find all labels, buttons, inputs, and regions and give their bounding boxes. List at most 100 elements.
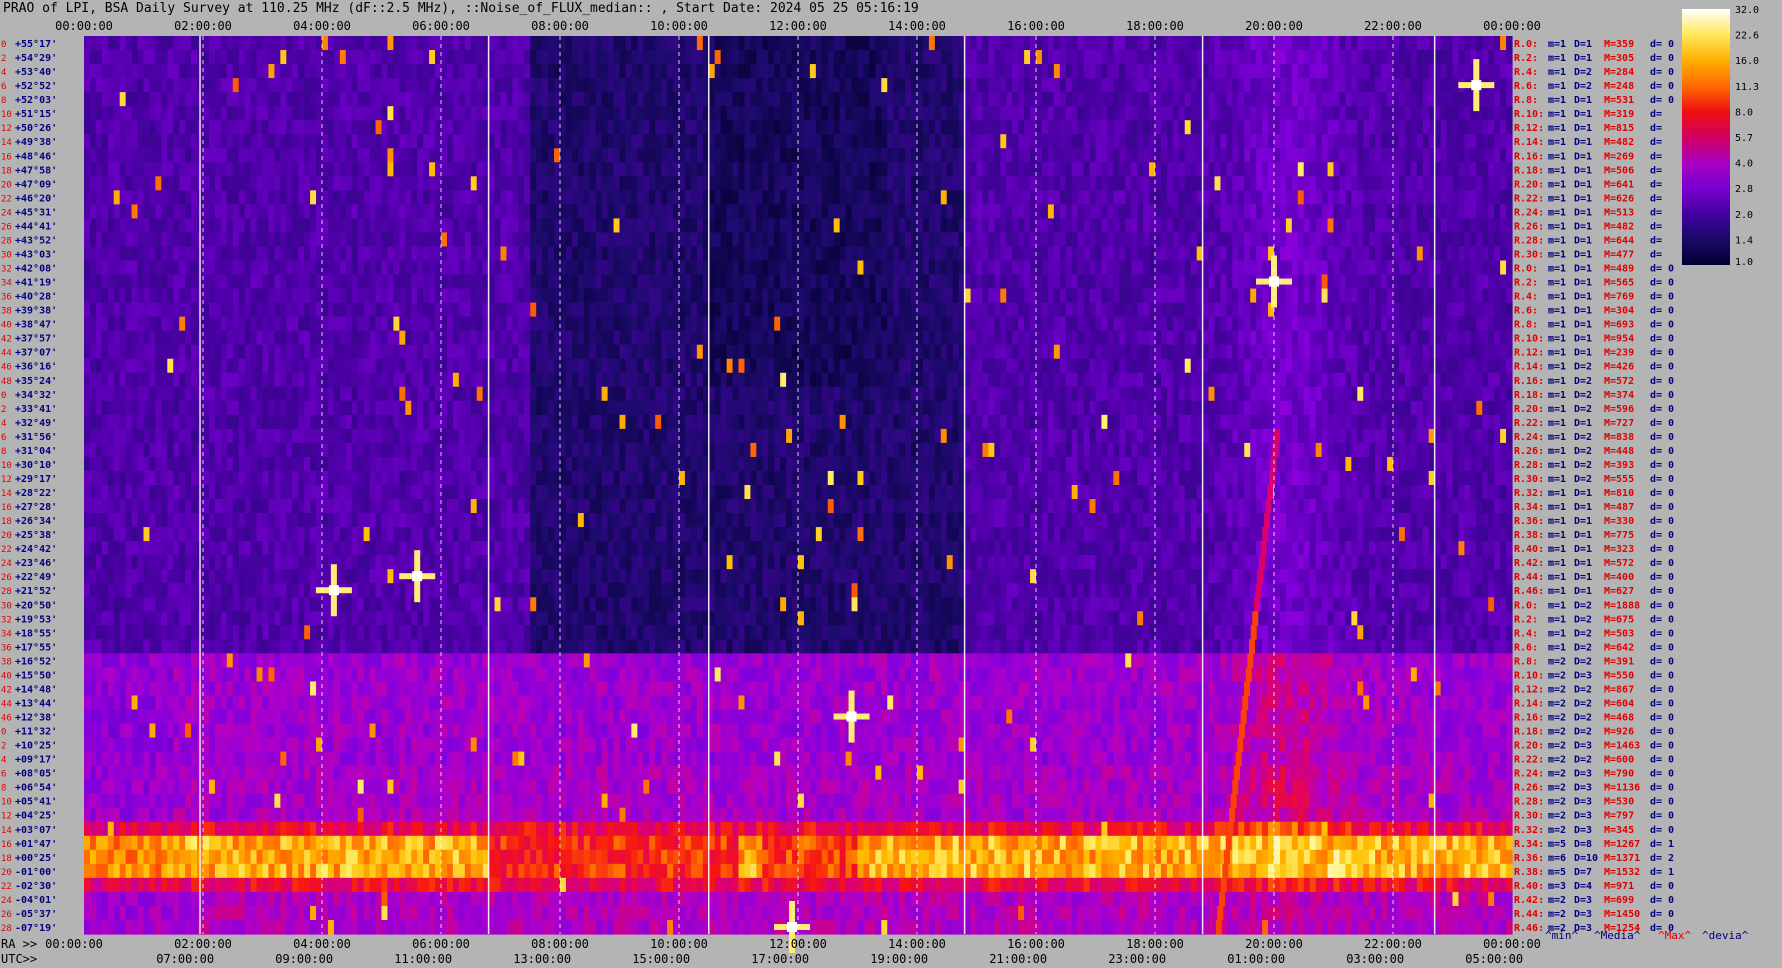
dec-label: +37°57' — [15, 334, 57, 345]
stat-r: R.10: — [1514, 334, 1544, 345]
top-tick-label: 10:00:00 — [650, 19, 708, 33]
ra-tick-label: 02:00:00 — [174, 937, 232, 951]
beam-index-label: 6 — [1, 82, 6, 92]
utc-tick-label: 15:00:00 — [632, 952, 690, 966]
stat-max: M=323 — [1604, 544, 1634, 555]
stat-d: D=2 — [1574, 727, 1592, 738]
dec-label: +01°47' — [15, 839, 57, 850]
source-core — [328, 585, 339, 596]
stat-max: M=400 — [1604, 572, 1634, 583]
dec-label: +53°40' — [15, 67, 57, 78]
stat-r: R.30: — [1514, 811, 1544, 822]
stat-m: m=2 — [1548, 895, 1566, 906]
dec-label: +42°08' — [15, 264, 57, 275]
dec-label: +11°32' — [15, 727, 57, 738]
dec-label: +17°55' — [15, 642, 57, 653]
colorbar-tick: 5.7 — [1735, 133, 1753, 144]
stat-m: m=1 — [1548, 586, 1566, 597]
dec-label: -01°00' — [15, 867, 57, 878]
dec-label: +44°41' — [15, 221, 57, 232]
stat-dev: d= 0 — [1650, 376, 1674, 387]
stats-footer-label: ^Media^ — [1594, 929, 1641, 942]
stat-r: R.8: — [1514, 320, 1538, 331]
stat-max: M=489 — [1604, 264, 1634, 275]
stat-max: M=248 — [1604, 81, 1634, 92]
stat-d: D=3 — [1574, 895, 1592, 906]
stat-r: R.10: — [1514, 109, 1544, 120]
stat-r: R.18: — [1514, 390, 1544, 401]
ra-tick-label: 16:00:00 — [1007, 937, 1065, 951]
stat-r: R.38: — [1514, 867, 1544, 878]
stat-r: R.2: — [1514, 53, 1538, 64]
dec-label: +36°16' — [15, 362, 57, 373]
stat-m: m=1 — [1548, 544, 1566, 555]
stat-max: M=239 — [1604, 348, 1634, 359]
stat-dev: d= 0 — [1650, 909, 1674, 920]
stat-max: M=468 — [1604, 713, 1634, 724]
stat-dev: d= 0 — [1650, 404, 1674, 415]
stat-max: M=284 — [1604, 67, 1634, 78]
stat-d: D=1 — [1574, 179, 1592, 190]
stat-d: D=3 — [1574, 783, 1592, 794]
stat-r: R.30: — [1514, 474, 1544, 485]
beam-index-label: 0 — [1, 391, 6, 401]
stat-max: M=319 — [1604, 109, 1634, 120]
dec-label: +52°52' — [15, 81, 57, 92]
stat-m: m=1 — [1548, 558, 1566, 569]
stat-max: M=345 — [1604, 825, 1634, 836]
stat-r: R.22: — [1514, 418, 1544, 429]
stat-dev: d= — [1650, 165, 1662, 176]
stat-max: M=810 — [1604, 488, 1634, 499]
stat-dev: d= 1 — [1650, 867, 1674, 878]
utc-tick-label: 01:00:00 — [1227, 952, 1285, 966]
colorbar: 32.0 22.6 16.0 11.3 8.0 5.7 4.0 2.8 2.0 1.4 1.0 — [1682, 5, 1759, 268]
stat-d: D=2 — [1574, 460, 1592, 471]
stat-max: M=513 — [1604, 207, 1634, 218]
stat-max: M=604 — [1604, 698, 1634, 709]
beam-index-label: 46 — [1, 363, 12, 373]
stat-r: R.26: — [1514, 783, 1544, 794]
top-tick-label: 00:00:00 — [1483, 19, 1541, 33]
top-tick-label: 18:00:00 — [1126, 19, 1184, 33]
dec-label: +29°17' — [15, 474, 57, 485]
stat-r: R.12: — [1514, 684, 1544, 695]
beam-index-label: 6 — [1, 770, 6, 780]
stat-max: M=596 — [1604, 404, 1634, 415]
stat-dev: d= 0 — [1650, 572, 1674, 583]
stat-m: m=1 — [1548, 95, 1566, 106]
stat-max: M=644 — [1604, 235, 1634, 246]
dec-label: +27°28' — [15, 502, 57, 513]
dec-label: +10°25' — [15, 741, 57, 752]
stat-m: m=6 — [1548, 853, 1566, 864]
dec-label: -07°19' — [15, 923, 57, 934]
beam-index-label: 8 — [1, 447, 6, 457]
beam-index-label: 12 — [1, 475, 12, 485]
stat-dev: d= 0 — [1650, 502, 1674, 513]
stat-d: D=1 — [1574, 418, 1592, 429]
stat-max: M=600 — [1604, 755, 1634, 766]
stat-r: R.40: — [1514, 881, 1544, 892]
stat-r: R.32: — [1514, 488, 1544, 499]
ra-tick-label: 22:00:00 — [1364, 937, 1422, 951]
stat-d: D=1 — [1574, 502, 1592, 513]
stat-d: D=2 — [1574, 404, 1592, 415]
colorbar-tick: 1.4 — [1735, 235, 1753, 246]
stat-d: D=1 — [1574, 39, 1592, 50]
beam-index-label: 30 — [1, 250, 12, 260]
dec-label: +18°55' — [15, 628, 57, 639]
stat-m: m=1 — [1548, 348, 1566, 359]
stat-dev: d= 0 — [1650, 656, 1674, 667]
stat-dev: d= 0 — [1650, 488, 1674, 499]
dec-label: +52°03' — [15, 95, 57, 106]
dec-label: +12°38' — [15, 713, 57, 724]
stat-m: m=2 — [1548, 825, 1566, 836]
dec-label: +16°52' — [15, 656, 57, 667]
stat-max: M=699 — [1604, 895, 1634, 906]
top-tick-label: 22:00:00 — [1364, 19, 1422, 33]
stat-dev: d= 0 — [1650, 881, 1674, 892]
stat-m: m=1 — [1548, 306, 1566, 317]
stats-footer: ^min^ ^Media^ ^Max^ ^devia^ — [1545, 929, 1749, 942]
source-core — [846, 711, 857, 722]
beam-index-label: 36 — [1, 293, 12, 303]
stat-d: D=1 — [1574, 264, 1592, 275]
